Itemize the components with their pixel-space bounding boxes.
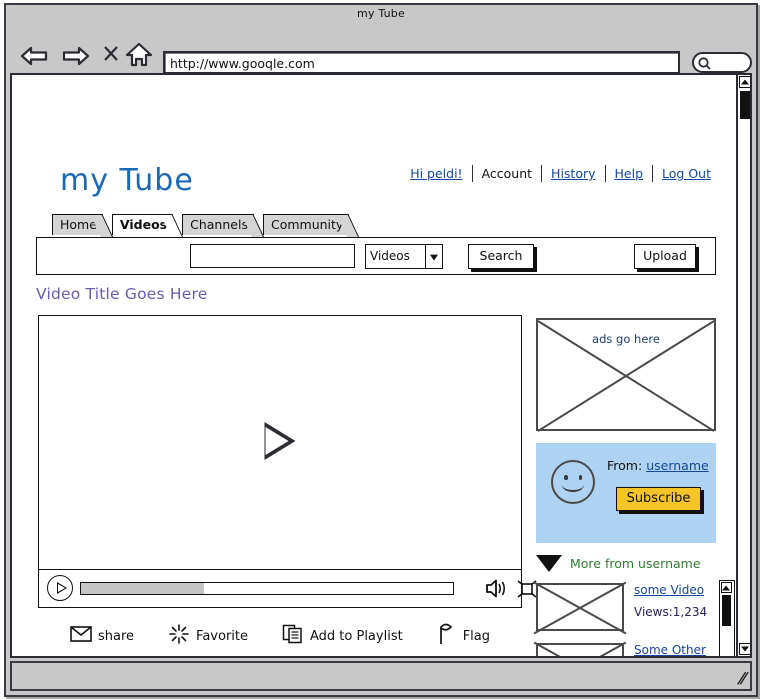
image-placeholder-icon xyxy=(536,643,624,656)
from-label: From: xyxy=(607,458,643,473)
favorite-action[interactable]: Favorite xyxy=(168,623,248,649)
video-title: Video Title Goes Here xyxy=(36,285,208,303)
search-input[interactable] xyxy=(190,244,355,268)
nav-help-link[interactable]: Help xyxy=(606,166,653,181)
page-scrollbar[interactable] xyxy=(736,75,750,656)
scroll-up-button[interactable] xyxy=(739,76,750,88)
page-content: my Tube Hi peldi! Account History Help L… xyxy=(12,75,738,656)
channel-panel: From: username Subscribe xyxy=(536,443,716,543)
ads-placeholder: ads go here xyxy=(536,318,716,431)
scroll-thumb[interactable] xyxy=(721,595,731,626)
flag-label: Flag xyxy=(462,628,491,644)
smiley-face-avatar-icon xyxy=(551,460,595,504)
flag-icon xyxy=(437,623,457,649)
home-icon[interactable] xyxy=(125,42,153,72)
speaker-volume-icon[interactable] xyxy=(485,578,509,603)
main-tabs: Home Videos Channels Community xyxy=(52,213,358,235)
favorite-label: Favorite xyxy=(196,628,248,644)
ads-label: ads go here xyxy=(592,332,660,346)
status-glyph-icon: // xyxy=(736,669,747,687)
add-to-playlist-label: Add to Playlist xyxy=(310,628,403,644)
flag-action[interactable]: Flag xyxy=(437,623,490,649)
video-player[interactable] xyxy=(38,315,537,608)
envelope-icon xyxy=(70,626,92,646)
tab-community[interactable]: Community xyxy=(262,214,350,235)
play-button[interactable] xyxy=(47,575,73,601)
play-triangle-icon[interactable] xyxy=(264,422,296,461)
site-logo[interactable]: my Tube xyxy=(60,163,194,198)
search-button[interactable]: Search xyxy=(468,244,534,269)
search-bar-row: Videos Search Upload xyxy=(36,237,716,275)
progress-fill xyxy=(81,583,204,594)
related-videos-scrollbar[interactable] xyxy=(719,580,735,656)
chevron-down-icon[interactable] xyxy=(425,245,442,268)
more-from-row: More from username xyxy=(536,555,701,572)
browser-window: my Tube http://www.gooqle.com my Tube Hi… xyxy=(4,3,758,697)
browser-toolbar: http://www.gooqle.com xyxy=(6,23,756,74)
share-label: share xyxy=(98,628,135,644)
scroll-down-button[interactable] xyxy=(739,643,750,655)
search-type-select[interactable]: Videos xyxy=(365,244,443,269)
progress-scrubber[interactable] xyxy=(80,582,454,595)
tab-videos[interactable]: Videos xyxy=(111,214,174,235)
forward-arrow-icon[interactable] xyxy=(62,45,90,71)
from-line: From: username xyxy=(607,458,709,473)
nav-history-link[interactable]: History xyxy=(542,166,604,181)
video-action-row: share Favorite Add to Playlist Flag xyxy=(70,623,524,649)
scroll-thumb[interactable] xyxy=(740,91,750,119)
subscribe-button[interactable]: Subscribe xyxy=(616,487,701,511)
sparkle-star-icon xyxy=(168,623,190,649)
add-to-playlist-action[interactable]: Add to Playlist xyxy=(282,624,403,648)
browser-search-input[interactable] xyxy=(692,52,752,73)
status-bar: // xyxy=(10,661,752,691)
triangle-down-icon[interactable] xyxy=(536,555,562,572)
nav-account[interactable]: Account xyxy=(473,166,541,181)
related-video-title[interactable]: some Video xyxy=(634,583,704,597)
top-navigation: Hi peldi! Account History Help Log Out xyxy=(401,165,720,182)
tab-channels[interactable]: Channels xyxy=(182,214,254,235)
stop-x-icon[interactable] xyxy=(102,43,120,67)
more-from-label: More from username xyxy=(570,556,701,571)
channel-username-link[interactable]: username xyxy=(646,458,709,473)
search-type-value: Videos xyxy=(370,249,410,263)
video-controls xyxy=(39,569,537,607)
documents-icon xyxy=(282,624,304,648)
scroll-up-button[interactable] xyxy=(720,582,732,593)
nav-greeting-link[interactable]: Hi peldi! xyxy=(401,166,471,181)
window-title: my Tube xyxy=(357,7,405,20)
back-arrow-icon[interactable] xyxy=(20,45,48,71)
related-video-views: Views:1,234 xyxy=(634,605,708,619)
upload-button[interactable]: Upload xyxy=(634,244,696,269)
url-input[interactable]: http://www.gooqle.com xyxy=(163,51,680,74)
nav-logout-link[interactable]: Log Out xyxy=(653,166,720,181)
share-action[interactable]: share xyxy=(70,626,134,646)
image-placeholder-icon xyxy=(536,583,624,631)
page-viewport: my Tube Hi peldi! Account History Help L… xyxy=(10,73,752,658)
related-video-title[interactable]: Some Other xyxy=(634,643,706,656)
tab-home[interactable]: Home xyxy=(52,214,103,235)
